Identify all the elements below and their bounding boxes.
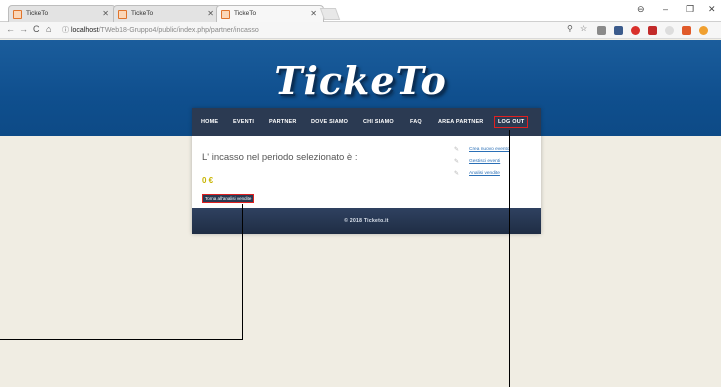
footer-text: © 2018 Ticketo.it [344,218,389,224]
tab-title: TickeTo [234,10,257,17]
bookmark-star-icon[interactable]: ☆ [580,24,587,33]
favicon-icon [118,10,127,19]
browser-tab-strip: TickeTo ✕ TickeTo ✕ TickeTo ✕ ⊖ – ❐ ✕ [0,0,721,22]
income-value: 0 € [202,176,214,185]
extension-icon[interactable] [682,26,691,35]
menu-item-faq[interactable]: FAQ [410,119,422,125]
annotation-line-vertical-left [242,204,243,340]
extension-icon[interactable] [597,26,606,35]
manage-events-link[interactable]: ✎ Gestisci eventi [454,158,510,170]
browser-tab-2[interactable]: TickeTo ✕ [113,5,221,22]
back-arrow-icon[interactable]: ← [6,24,15,34]
restore-icon[interactable]: ❐ [686,4,694,15]
side-links: ✎ Crea nuovo evento ✎ Gestisci eventi ✎ Ana… [454,146,510,182]
browser-toolbar: ← → C ⌂ ⓘ localhost/TWeb18-Gruppo4/publi… [0,22,721,39]
link-label: Analisi vendite [469,171,500,176]
browser-tab-1[interactable]: TickeTo ✕ [8,5,116,22]
extension-icon[interactable] [699,26,708,35]
favicon-icon [13,10,22,19]
url-host: localhost [70,27,99,34]
favicon-icon [221,10,230,19]
info-icon: ⓘ [62,27,71,34]
pencil-icon: ✎ [454,159,460,165]
url-path: /TWeb18-Gruppo4/public/index.php/partner… [98,27,259,34]
forward-arrow-icon[interactable]: → [19,24,28,34]
tab-title: TickeTo [131,10,154,17]
menu-item-area-partner[interactable]: AREA PARTNER [438,119,483,125]
site-footer: © 2018 Ticketo.it [192,208,541,234]
close-tab-icon[interactable]: ✕ [310,6,317,22]
link-label: Gestisci eventi [469,159,501,164]
pencil-icon: ✎ [454,147,460,153]
profile-icon[interactable]: ⊖ [637,4,645,15]
link-label: Crea nuovo evento [469,147,510,152]
sales-analysis-link[interactable]: ✎ Analisi vendite [454,170,510,182]
create-event-link[interactable]: ✎ Crea nuovo evento [454,146,510,158]
extension-icon[interactable] [648,26,657,35]
annotation-line-horizontal [0,339,243,340]
close-window-icon[interactable]: ✕ [708,4,716,15]
annotation-line-vertical-right [509,130,510,387]
menu-item-partner[interactable]: PARTNER [269,119,297,125]
main-menu: HOME EVENTI PARTNER DOVE SIAMO CHI SIAMO… [192,108,541,136]
search-icon[interactable]: ⚲ [567,24,573,33]
close-tab-icon[interactable]: ✕ [207,6,214,22]
menu-item-log-out[interactable]: LOG OUT [494,116,529,128]
browser-tab-3[interactable]: TickeTo ✕ [216,5,324,22]
menu-item-home[interactable]: HOME [201,119,218,125]
close-tab-icon[interactable]: ✕ [102,6,109,22]
back-to-sales-analysis-button[interactable]: Torna all'analisi vendite [202,194,255,203]
minimize-icon[interactable]: – [663,4,668,14]
reload-icon[interactable]: C [33,24,40,34]
address-bar[interactable]: ⓘ localhost/TWeb18-Gruppo4/public/index.… [62,24,562,37]
content-area: L' incasso nel periodo selezionato è : 0… [192,136,541,208]
new-tab-button[interactable] [319,8,341,20]
extension-icon[interactable] [665,26,674,35]
extension-icon[interactable] [631,26,640,35]
home-icon[interactable]: ⌂ [46,24,51,34]
main-container: HOME EVENTI PARTNER DOVE SIAMO CHI SIAMO… [192,108,541,234]
tab-title: TickeTo [26,10,49,17]
extension-icon[interactable] [614,26,623,35]
pencil-icon: ✎ [454,171,460,177]
menu-item-chi-siamo[interactable]: CHI SIAMO [363,119,394,125]
income-title: L' incasso nel periodo selezionato è : [202,152,358,163]
menu-item-dove-siamo[interactable]: DOVE SIAMO [311,119,348,125]
site-logo[interactable]: TickeTo [0,58,721,103]
menu-item-eventi[interactable]: EVENTI [233,119,254,125]
